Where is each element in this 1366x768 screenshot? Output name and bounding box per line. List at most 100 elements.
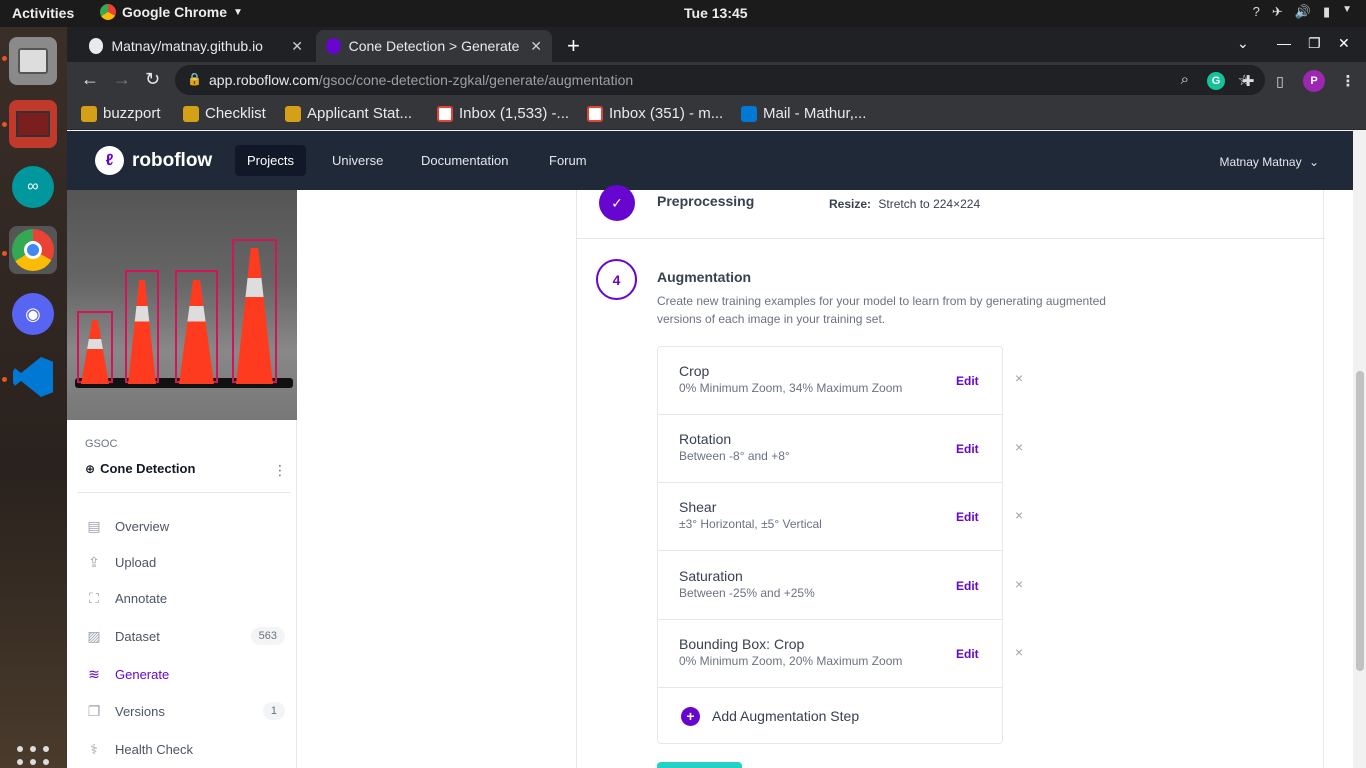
remove-icon[interactable]: × — [1015, 576, 1023, 592]
bookmark-inbox-2[interactable]: Inbox (351) - m... — [587, 105, 723, 122]
address-bar[interactable]: 🔒 app.roboflow.com/gsoc/cone-detection-z… — [175, 65, 1265, 95]
sidebar-item-upload[interactable]: ⇪ Upload — [85, 551, 285, 573]
edit-button[interactable]: Edit — [956, 510, 979, 524]
browser-toolbar: ← → ↻ 🔒 app.roboflow.com/gsoc/cone-detec… — [67, 62, 1366, 98]
bookmark-mail[interactable]: Mail - Mathur,... — [741, 105, 866, 122]
roboflow-icon — [326, 38, 341, 54]
terminal-icon[interactable] — [9, 100, 57, 148]
battery-icon: ▮ — [1322, 4, 1331, 19]
tab-search-icon[interactable]: ⌄ — [1237, 35, 1249, 52]
edit-button[interactable]: Edit — [956, 442, 979, 456]
files-icon[interactable] — [9, 37, 57, 85]
add-augmentation-step-button[interactable]: + Add Augmentation Step — [658, 689, 1002, 743]
augmentation-row-rotation: Rotation Between -8° and +8° Edit — [658, 415, 1002, 483]
remove-icon[interactable]: × — [1015, 439, 1023, 455]
remove-icon[interactable]: × — [1015, 370, 1023, 386]
discord-icon[interactable]: ◉ — [9, 290, 57, 338]
clock[interactable]: Tue 13:45 — [684, 5, 748, 21]
tab-title: Matnay/matnay.github.io — [111, 38, 263, 54]
edit-button[interactable]: Edit — [956, 647, 979, 661]
profile-avatar[interactable]: P — [1303, 70, 1325, 92]
bookmark-label: Inbox (351) - m... — [609, 105, 724, 122]
nav-universe[interactable]: Universe — [320, 145, 395, 176]
sidebar-item-health-check[interactable]: ⚕ Health Check — [85, 738, 285, 760]
reload-icon[interactable]: ↻ — [145, 69, 160, 90]
url-path: /gsoc/cone-detection-zgkal/generate/augm… — [318, 72, 634, 88]
running-indicator — [2, 56, 7, 61]
chrome-icon[interactable] — [9, 226, 57, 274]
sidebar-item-dataset[interactable]: ▨ Dataset 563 — [85, 625, 285, 647]
scrollbar-thumb[interactable] — [1356, 371, 1364, 671]
page-scrollbar[interactable] — [1353, 131, 1366, 768]
sidebar-item-annotate[interactable]: ⛶ Annotate — [85, 587, 285, 609]
user-name: Matnay Matnay — [1219, 155, 1302, 169]
roboflow-logo[interactable]: ℓ roboflow — [95, 146, 212, 175]
back-icon[interactable]: ← — [81, 69, 99, 90]
app-menu[interactable]: Google Chrome ▼ — [100, 4, 243, 20]
menu-kebab-icon[interactable]: ⋮ — [1339, 72, 1357, 90]
network-icon: ? — [1252, 4, 1260, 19]
system-tray[interactable]: ? ✈ 🔊 ▮ ▼ — [1253, 4, 1352, 20]
bookmark-buzzport[interactable]: buzzport — [81, 105, 161, 122]
edit-button[interactable]: Edit — [956, 579, 979, 593]
augmentation-description: Create new training examples for your mo… — [657, 294, 1106, 326]
bookmark-applicant-status[interactable]: Applicant Stat... — [285, 105, 412, 122]
tab-strip: Matnay/matnay.github.io ✕ Cone Detection… — [67, 27, 1366, 62]
forward-icon[interactable]: → — [113, 69, 131, 90]
tab-cone-detection[interactable]: Cone Detection > Generate ✕ — [316, 30, 552, 62]
user-menu[interactable]: Matnay Matnay ⌄ — [1220, 155, 1319, 169]
sidebar-item-versions[interactable]: ❐ Versions 1 — [85, 700, 285, 722]
sidebar-item-generate[interactable]: ≋ Generate — [85, 663, 285, 685]
remove-icon[interactable]: × — [1015, 644, 1023, 660]
vscode-icon[interactable] — [9, 353, 57, 401]
close-window-icon[interactable]: ✕ — [1338, 35, 1350, 52]
sidebar-item-overview[interactable]: ▤ Overview — [85, 515, 285, 537]
grammarly-icon[interactable]: G — [1207, 72, 1225, 90]
project-menu-icon[interactable]: ⋮ — [273, 462, 287, 479]
tab-title: Cone Detection > Generate — [348, 38, 520, 54]
close-icon[interactable]: ✕ — [291, 38, 303, 55]
bee-icon — [183, 105, 199, 122]
count-badge: 1 — [262, 702, 285, 720]
github-icon — [89, 38, 104, 54]
project-name[interactable]: ⊕ Cone Detection — [85, 461, 195, 476]
edit-button[interactable]: Edit — [956, 374, 979, 388]
resize-label: Resize: — [829, 197, 872, 211]
continue-button[interactable] — [657, 762, 742, 768]
sidebar-item-label: Upload — [115, 554, 157, 570]
arduino-icon[interactable]: ∞ — [9, 163, 57, 211]
remove-icon[interactable]: × — [1015, 507, 1023, 523]
augmentation-name: Shear — [679, 499, 717, 515]
tab-github[interactable]: Matnay/matnay.github.io ✕ — [79, 30, 313, 62]
divider — [577, 238, 1325, 239]
maximize-icon[interactable]: ❐ — [1308, 35, 1321, 52]
bookmark-inbox-1[interactable]: Inbox (1,533) -... — [437, 105, 569, 122]
show-apps-icon[interactable] — [17, 746, 49, 768]
bookmark-checklist[interactable]: Checklist — [183, 105, 266, 122]
bee-icon — [81, 105, 97, 122]
system-top-bar: Activities Google Chrome ▼ Tue 13:45 ? ✈… — [0, 0, 1366, 27]
globe-icon: ⊕ — [85, 461, 96, 476]
step-number: 4 — [596, 259, 637, 300]
new-tab-button[interactable]: + — [567, 33, 580, 59]
nav-documentation[interactable]: Documentation — [409, 145, 520, 176]
zoom-icon[interactable]: ⌕ — [1181, 71, 1189, 89]
extensions-icon[interactable]: ✚ — [1239, 72, 1257, 90]
augmentation-detail: Between -8° and +8° — [679, 449, 790, 463]
lock-icon[interactable]: 🔒 — [187, 72, 202, 86]
side-panel-icon[interactable]: ▯ — [1271, 72, 1289, 90]
roboflow-navbar: ℓ roboflow Projects Universe Documentati… — [67, 131, 1353, 190]
close-icon[interactable]: ✕ — [530, 38, 542, 55]
minimize-icon[interactable]: — — [1277, 35, 1291, 51]
sidebar-item-label: Generate — [115, 666, 170, 682]
sidebar-item-label: Overview — [115, 518, 170, 534]
nav-projects[interactable]: Projects — [235, 145, 306, 176]
activities-button[interactable]: Activities — [12, 5, 74, 21]
nav-forum[interactable]: Forum — [537, 145, 599, 176]
roboflow-icon: ℓ — [95, 146, 124, 175]
augmentation-title: Augmentation — [657, 269, 752, 285]
generate-icon: ≋ — [88, 665, 100, 682]
bookmark-label: Mail - Mathur,... — [763, 105, 867, 122]
preprocessing-title: Preprocessing — [657, 193, 755, 209]
dock: ∞ ◉ — [0, 27, 67, 768]
